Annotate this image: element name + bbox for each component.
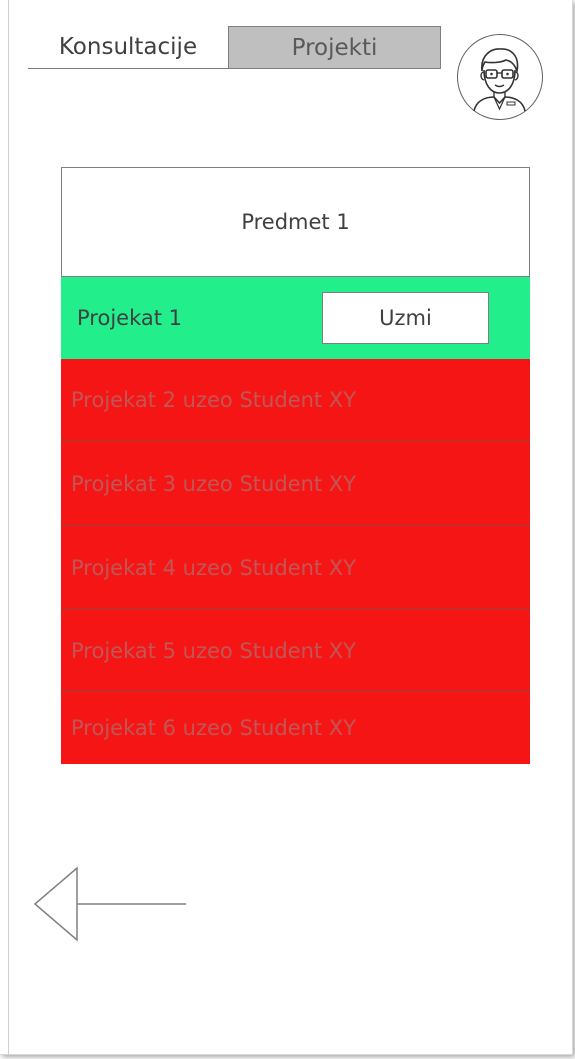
subject-title: Predmet 1 [61,167,530,277]
take-button[interactable]: Uzmi [322,292,489,344]
tab-konsultacije[interactable]: Konsultacije [28,26,228,69]
list-item-taken: Projekat 2 uzeo Student XY [61,359,530,441]
project-list: Predmet 1 Projekat 1 Uzmi Projekat 2 uze… [61,167,530,764]
screen-edge-line [8,0,9,1054]
list-item-taken: Projekat 4 uzeo Student XY [61,525,530,609]
available-project-label: Projekat 1 [77,306,182,330]
list-item-taken: Projekat 5 uzeo Student XY [61,609,530,691]
tab-projekti[interactable]: Projekti [228,26,441,69]
list-item-taken: Projekat 6 uzeo Student XY [61,691,530,764]
back-arrow-icon[interactable] [30,866,190,942]
user-avatar-icon[interactable] [457,34,543,120]
list-item-available: Projekat 1 Uzmi [61,277,530,359]
phone-screen: Konsultacije Projekti Predmet 1 Projekat… [0,0,573,1055]
list-item-taken: Projekat 3 uzeo Student XY [61,441,530,525]
